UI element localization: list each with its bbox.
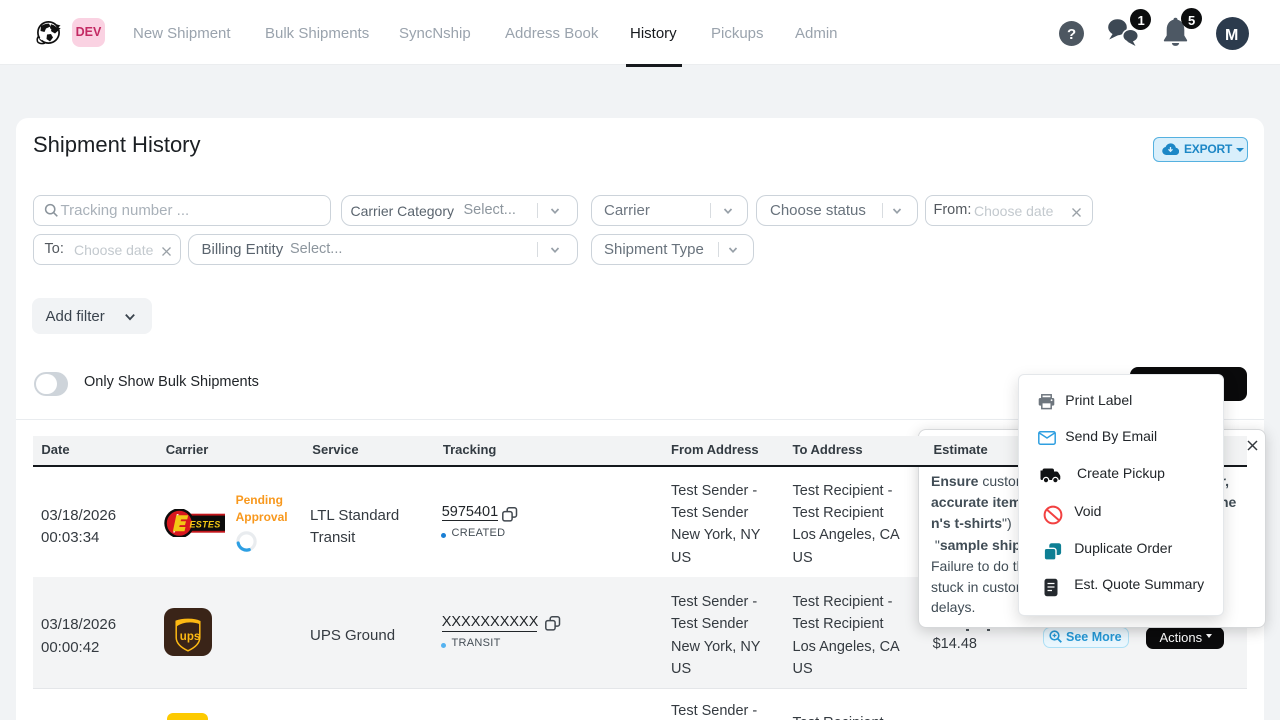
svg-text:ESTES: ESTES [190,519,221,529]
svg-text:ups: ups [180,631,200,643]
